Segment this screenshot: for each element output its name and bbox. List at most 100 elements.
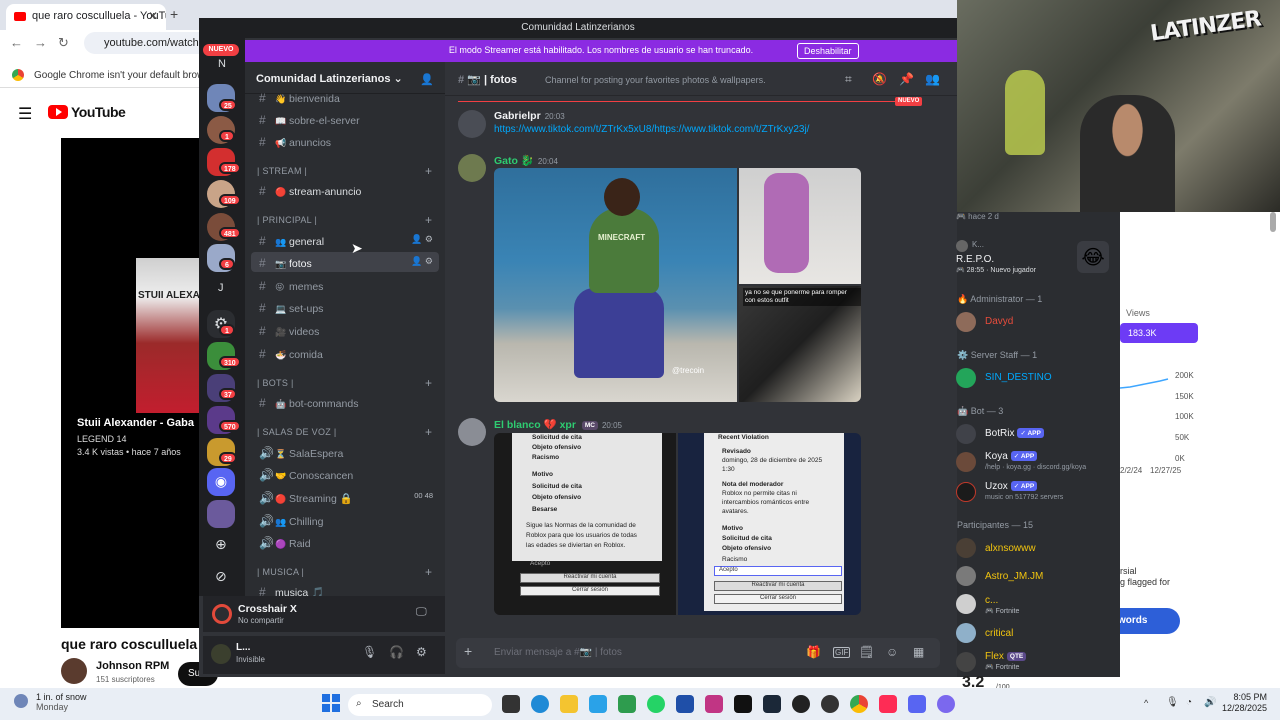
xbox-icon[interactable]: [618, 695, 636, 713]
obs-icon[interactable]: [792, 695, 810, 713]
member-avatar[interactable]: [956, 566, 976, 586]
edge-icon[interactable]: [531, 695, 549, 713]
user-name[interactable]: L...: [236, 642, 250, 653]
member-avatar[interactable]: [956, 482, 976, 502]
gif-icon[interactable]: GIF: [833, 647, 851, 658]
steam-icon[interactable]: [763, 695, 781, 713]
invite-icon[interactable]: 👤: [420, 73, 434, 86]
composer-placeholder[interactable]: Enviar mensaje a #📷 | fotos: [494, 647, 622, 658]
channel-settings-icon[interactable]: 👤 ⚙: [411, 256, 433, 267]
apps-icon[interactable]: ▦: [913, 645, 924, 659]
channel-anuncios[interactable]: # 📢 anuncios: [251, 131, 439, 151]
microphone-tray-icon[interactable]: 🎙: [1166, 697, 1179, 708]
tray-chevron-icon[interactable]: ^: [1144, 698, 1148, 708]
wifi-icon[interactable]: ◔: [1186, 697, 1192, 708]
instagram-icon[interactable]: [705, 695, 723, 713]
server-name-header[interactable]: Comunidad Latinzerianos ⌄: [256, 72, 403, 85]
reload-icon[interactable]: ↻: [58, 35, 69, 51]
add-server-icon[interactable]: ⊕: [215, 536, 227, 553]
channel-musica[interactable]: # musica 🎵: [251, 581, 439, 597]
app-icon[interactable]: [937, 695, 955, 713]
taskbar-search[interactable]: ⌕ Search: [348, 694, 492, 716]
channel-fotos[interactable]: # 📷 fotos 👤 ⚙: [251, 252, 439, 272]
voice-channel-raid[interactable]: 🔊🟣 Raid: [251, 532, 439, 552]
back-icon[interactable]: ←: [10, 35, 23, 50]
forward-icon[interactable]: →: [34, 35, 47, 50]
explore-icon[interactable]: ⊘: [215, 568, 227, 585]
screen-share-icon[interactable]: 🖵: [416, 606, 427, 619]
member-name-row[interactable]: BotRix ✓ APP: [985, 428, 1044, 439]
member-name[interactable]: Davyd: [985, 316, 1013, 327]
voice-channel-salaespera[interactable]: 🔊⏳ SalaEspera: [251, 442, 439, 462]
channel-videos[interactable]: # 🎥 videos: [251, 320, 439, 340]
channel-bienvenida[interactable]: # 👋 bienvenida: [251, 87, 439, 107]
file-explorer-icon[interactable]: [560, 695, 578, 713]
browser-tab[interactable]: que raro cosculluela - YouTube ✕: [6, 4, 166, 30]
channel-settings-icon[interactable]: 👤 ⚙: [411, 234, 433, 245]
attachment-image[interactable]: [739, 168, 861, 284]
youtube-logo[interactable]: YouTube: [48, 104, 126, 120]
mute-bell-icon[interactable]: 🔕: [872, 72, 887, 86]
category-salas-de-voz[interactable]: | SALAS DE VOZ |: [257, 427, 337, 437]
message-avatar[interactable]: [458, 110, 486, 138]
scrollbar[interactable]: [1270, 212, 1276, 232]
new-tab-icon[interactable]: +: [170, 6, 178, 22]
channel-memes[interactable]: # 😝 memes: [251, 275, 439, 295]
tiktok-live-icon[interactable]: [879, 695, 897, 713]
member-name-row[interactable]: Flex QTE: [985, 651, 1027, 662]
app-icon[interactable]: [676, 695, 694, 713]
member-avatar[interactable]: [956, 452, 976, 472]
attachment-image[interactable]: Recent Violation Revisado domingo, 28 de…: [678, 433, 861, 615]
add-channel-icon[interactable]: +: [425, 565, 432, 579]
channel-set-ups[interactable]: # 💻 set-ups: [251, 297, 439, 317]
member-avatar[interactable]: [956, 538, 976, 558]
voice-channel-streaming[interactable]: 🔊🔴 Streaming 🔒 00 48: [251, 487, 439, 507]
add-channel-icon[interactable]: +: [425, 376, 432, 390]
close-tab-icon[interactable]: ✕: [148, 9, 158, 23]
gift-icon[interactable]: 🎁: [806, 645, 821, 659]
message-author[interactable]: Gabrielpr: [494, 110, 541, 122]
channel-stream-anuncio[interactable]: # 🔴 stream-anuncio: [251, 180, 439, 200]
voice-channel-conoscancen[interactable]: 🔊🤝 Conoscancen: [251, 464, 439, 484]
message-link[interactable]: https://www.tiktok.com/t/ZTrKx5xU8/https…: [494, 124, 809, 135]
member-name[interactable]: alxnsowww: [985, 543, 1036, 554]
discord-taskbar-icon[interactable]: [908, 695, 926, 713]
tiktok-icon[interactable]: [734, 695, 752, 713]
add-channel-icon[interactable]: +: [425, 213, 432, 227]
pin-icon[interactable]: 📌: [899, 72, 914, 86]
channel-comida[interactable]: # 🍜 comida: [251, 343, 439, 363]
sticker-icon[interactable]: 🗒: [859, 645, 874, 659]
add-channel-icon[interactable]: +: [425, 164, 432, 178]
headphones-icon[interactable]: 🎧: [389, 645, 404, 659]
member-name[interactable]: critical: [985, 628, 1013, 639]
voice-channel-chilling[interactable]: 🔊👥 Chilling: [251, 510, 439, 530]
attachment-image[interactable]: Solicitud de cita Objeto ofensivo Racism…: [494, 433, 676, 615]
server-letter-j[interactable]: J: [218, 282, 224, 294]
message-avatar[interactable]: [458, 418, 486, 446]
channel-sobre-el-server[interactable]: # 📖 sobre-el-server: [251, 109, 439, 129]
member-avatar[interactable]: [956, 623, 976, 643]
activity-user[interactable]: K...: [972, 240, 984, 249]
add-channel-icon[interactable]: +: [425, 425, 432, 439]
store-icon[interactable]: [589, 695, 607, 713]
volume-icon[interactable]: 🔊: [1204, 697, 1216, 708]
whatsapp-icon[interactable]: [647, 695, 665, 713]
message-author[interactable]: El blanco 💔 xpr: [494, 419, 576, 431]
settings-gear-icon[interactable]: ⚙: [416, 645, 427, 659]
category-principal[interactable]: | PRINCIPAL |: [257, 215, 317, 225]
threads-icon[interactable]: ⌗: [845, 72, 852, 87]
member-avatar[interactable]: [956, 652, 976, 672]
category-musica[interactable]: | MUSICA |: [257, 567, 304, 577]
message-author[interactable]: Gato 🐉: [494, 155, 534, 167]
taskbar-clock[interactable]: 8:05 PM 12/28/2025: [1222, 692, 1267, 714]
hamburger-menu-icon[interactable]: ☰: [18, 104, 32, 124]
member-name-row[interactable]: Koya ✓ APP: [985, 451, 1038, 462]
microphone-icon[interactable]: 🎙: [362, 645, 377, 659]
windows-start-icon[interactable]: [322, 694, 340, 712]
add-attachment-icon[interactable]: +: [464, 643, 472, 659]
discord-server-icon[interactable]: ◉: [207, 468, 235, 496]
member-name[interactable]: SIN_DESTINO: [985, 372, 1052, 383]
channel-general[interactable]: # 👥 general 👤 ⚙: [251, 230, 439, 250]
member-avatar[interactable]: [956, 594, 976, 614]
attachment-image[interactable]: MINECRAFT @trecoin: [494, 168, 737, 402]
